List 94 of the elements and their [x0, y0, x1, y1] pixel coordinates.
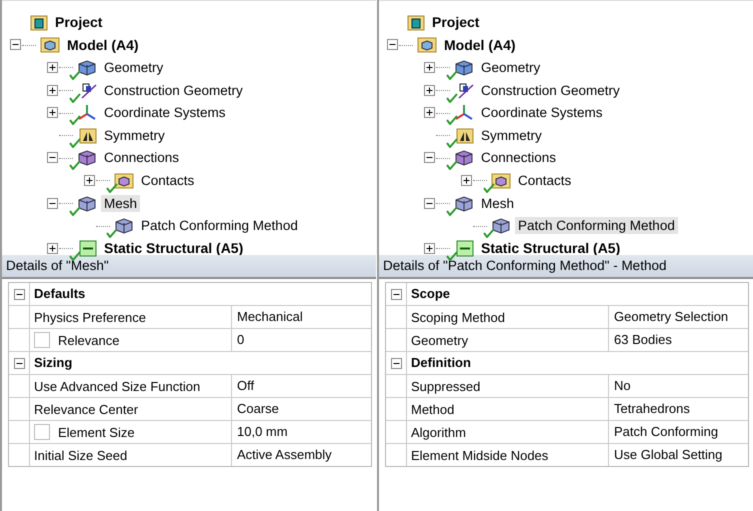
tree-item[interactable]: Connections	[478, 149, 560, 166]
expand-icon[interactable]	[461, 174, 472, 186]
property-value[interactable]: Tetrahedrons	[609, 398, 690, 420]
collapse-icon[interactable]	[10, 39, 21, 50]
expand-icon[interactable]	[84, 174, 95, 186]
property-value[interactable]: Patch Conforming	[609, 421, 718, 443]
property-value[interactable]: 10,0 mm	[232, 421, 288, 443]
cube-icon	[454, 149, 474, 166]
tree-item[interactable]: Mesh	[101, 194, 140, 212]
property-name: Use Advanced Size Function	[34, 378, 200, 394]
property-value[interactable]: Off	[232, 375, 254, 397]
tree-item[interactable]: Mesh	[478, 194, 518, 212]
collapse-icon[interactable]	[14, 288, 24, 300]
checkbox[interactable]	[34, 332, 50, 348]
folder-icon	[79, 240, 97, 257]
details-header: Details of "Patch Conforming Method" - Method	[379, 255, 753, 279]
property-value[interactable]: 63 Bodies	[609, 329, 672, 351]
folder-icon	[40, 36, 60, 54]
tree-item[interactable]: Symmetry	[101, 126, 168, 144]
property-value[interactable]: Use Global Setting	[609, 444, 722, 466]
folder-icon	[114, 172, 134, 189]
tree-item[interactable]: Static Structural (A5)	[478, 239, 624, 258]
folder-icon	[456, 126, 474, 144]
tree-item[interactable]: Contacts	[138, 172, 198, 189]
collapse-icon[interactable]	[424, 152, 435, 164]
property-name: Relevance	[58, 332, 120, 348]
expand-icon[interactable]	[47, 107, 58, 118]
property-name: Method	[411, 402, 454, 416]
property-name: Relevance Center	[34, 402, 138, 416]
tree-item[interactable]: Model (A4)	[441, 36, 519, 54]
cube-icon	[77, 194, 97, 212]
property-name: Scoping Method	[411, 310, 505, 324]
tree-item[interactable]: Coordinate Systems	[101, 104, 229, 122]
tree-item[interactable]: Symmetry	[478, 126, 545, 144]
folder-icon	[456, 240, 474, 257]
collapse-icon[interactable]	[390, 358, 402, 368]
tree-item[interactable]: Patch Conforming Method	[515, 217, 678, 234]
property-name: Suppressed	[411, 378, 480, 394]
tree-item[interactable]: Connections	[101, 149, 182, 166]
tree-item[interactable]: Construction Geometry	[478, 82, 623, 99]
folder-icon	[30, 14, 48, 31]
tree-item[interactable]: Geometry	[101, 58, 166, 76]
expand-icon[interactable]	[47, 242, 58, 254]
property-name: Physics Preference	[34, 310, 146, 324]
property-name: Algorithm	[411, 424, 466, 440]
folder-icon	[417, 36, 437, 54]
property-name: Geometry	[411, 332, 468, 348]
property-name: Element Size	[58, 424, 135, 440]
section-header: Defaults	[33, 285, 86, 303]
cube-icon	[77, 149, 97, 166]
collapse-icon[interactable]	[424, 198, 435, 209]
folder-icon	[79, 126, 97, 144]
tree-item[interactable]: Coordinate Systems	[478, 104, 606, 122]
expand-icon[interactable]	[424, 84, 435, 96]
section-header: Definition	[410, 354, 471, 372]
collapse-icon[interactable]	[47, 198, 58, 209]
collapse-icon[interactable]	[387, 39, 398, 50]
property-value[interactable]: 0	[232, 329, 244, 351]
tree-item[interactable]: Contacts	[515, 172, 574, 189]
cube-icon	[77, 58, 97, 76]
folder-icon	[407, 14, 425, 31]
tree-item[interactable]: Construction Geometry	[101, 82, 246, 99]
tree-item[interactable]: Project	[52, 13, 106, 32]
section-header: Scope	[410, 285, 450, 303]
property-name: Element Midside Nodes	[411, 448, 548, 462]
checkbox[interactable]	[34, 424, 50, 440]
tree-item[interactable]: Project	[429, 13, 482, 32]
property-value[interactable]: No	[609, 375, 631, 397]
tree-item[interactable]: Model (A4)	[64, 36, 142, 54]
cube-icon	[491, 217, 511, 234]
collapse-icon[interactable]	[390, 288, 402, 300]
cube-icon	[454, 58, 474, 76]
expand-icon[interactable]	[424, 242, 435, 254]
section-header: Sizing	[33, 354, 72, 372]
property-value[interactable]: Mechanical	[232, 306, 303, 328]
axes-icon	[454, 104, 474, 122]
expand-icon[interactable]	[47, 62, 58, 73]
folder-icon	[491, 172, 511, 189]
expand-icon[interactable]	[424, 62, 435, 73]
cube-icon	[114, 217, 134, 234]
tree-item[interactable]: Patch Conforming Method	[138, 217, 301, 234]
expand-icon[interactable]	[424, 107, 435, 118]
property-value[interactable]: Geometry Selection	[609, 306, 728, 328]
details-header: Details of "Mesh"	[2, 255, 376, 279]
expand-icon[interactable]	[47, 84, 58, 96]
property-value[interactable]: Active Assembly	[232, 444, 332, 466]
collapse-icon[interactable]	[14, 358, 24, 368]
collapse-icon[interactable]	[47, 152, 58, 164]
cube-icon	[454, 194, 474, 212]
tree-item[interactable]: Geometry	[478, 58, 544, 76]
tree-item[interactable]: Static Structural (A5)	[101, 239, 246, 258]
property-value[interactable]: Coarse	[232, 398, 279, 420]
property-name: Initial Size Seed	[34, 448, 128, 462]
axes-icon	[77, 104, 97, 122]
